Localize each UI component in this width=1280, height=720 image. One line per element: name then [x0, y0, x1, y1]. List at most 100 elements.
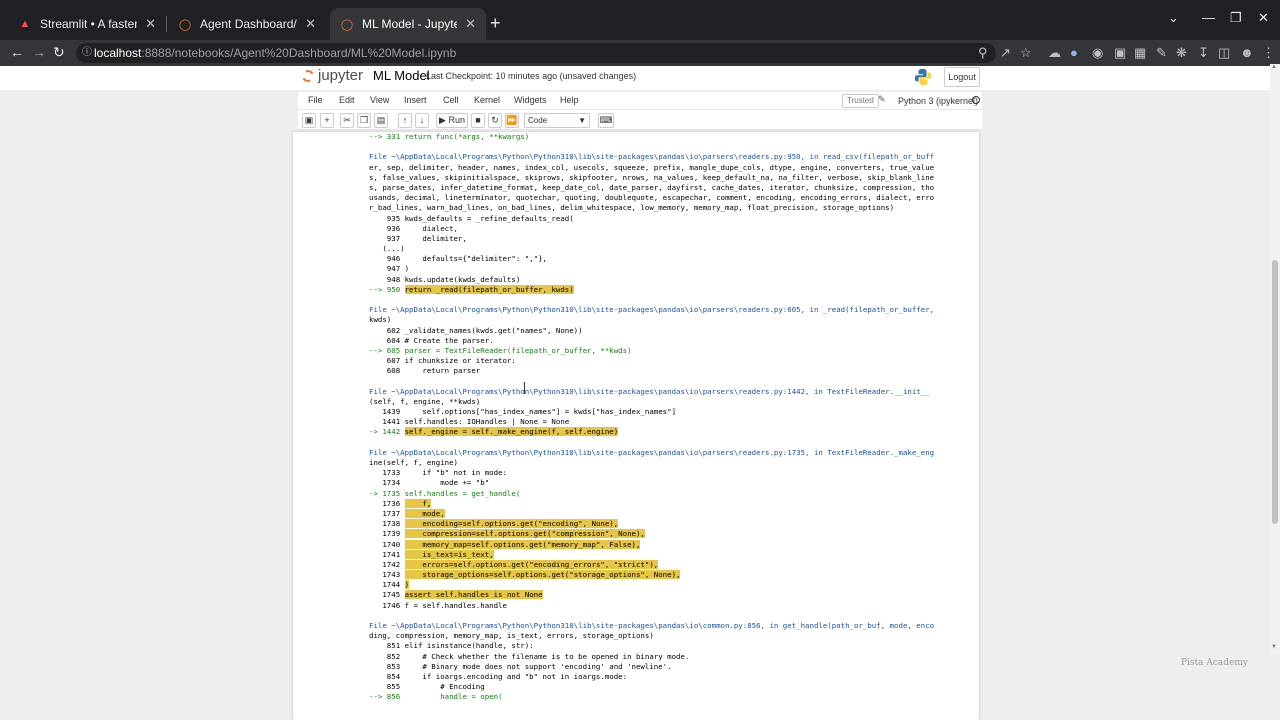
traceback-line: 602 _validate_names(kwds.get("names", No… [369, 325, 583, 335]
traceback-line: s, parse_dates, infer_datetime_format, k… [369, 182, 935, 192]
traceback-line: 947 ) [369, 264, 410, 274]
notebook-name[interactable]: ML Model [373, 68, 430, 83]
logout-button[interactable]: Logout [944, 67, 980, 87]
paste-icon[interactable]: ▤ [374, 113, 388, 128]
traceback-line: 1739 compression=self.options.get("compr… [369, 529, 645, 539]
menu-help[interactable]: Help [560, 95, 579, 105]
scroll-up-icon[interactable]: ▲ [1271, 64, 1277, 70]
new-tab-icon[interactable]: + [490, 14, 501, 32]
traceback-line: 1741 is_text=is_text, [369, 549, 494, 559]
notebook-output-area: --> 331 return func(*args, **kwargs) File… [293, 132, 979, 720]
menu-insert[interactable]: Insert [404, 95, 427, 105]
sidepanel-icon[interactable]: ◫ [1218, 45, 1230, 61]
reload-icon[interactable]: ↻ [53, 44, 65, 61]
tab-ml-model[interactable]: ◯ ML Model - Jupyter Notebook ✕ [330, 8, 486, 40]
traceback-line: 1736 f, [369, 498, 432, 508]
move-down-icon[interactable]: ↓ [415, 113, 429, 128]
traceback-line: ine(self, f, engine) [369, 458, 458, 467]
traceback-line [369, 142, 961, 152]
traceback-line: ding, compression, memory_map, is_text, … [369, 631, 654, 641]
traceback-line [369, 377, 961, 387]
menu-widgets[interactable]: Widgets [514, 95, 547, 105]
kernel-name[interactable]: Python 3 (ipykernel) [898, 96, 978, 106]
tab-label: Agent Dashboard/ [200, 17, 297, 31]
page-scrollbar[interactable]: ▲ ▼ [1270, 64, 1280, 654]
run-button[interactable]: ▶ Run [436, 113, 468, 128]
traceback-line: 1744 ) [369, 580, 410, 590]
close-icon[interactable]: ✕ [465, 16, 476, 32]
window-close-icon[interactable]: ✕ [1258, 10, 1269, 26]
copy-icon[interactable]: ❐ [357, 113, 371, 128]
menu-file[interactable]: File [308, 95, 323, 105]
tab-search-icon[interactable]: ⌄ [1168, 10, 1179, 26]
menu-cell[interactable]: Cell [443, 95, 459, 105]
run-label: Run [448, 115, 465, 125]
tab-agent-dashboard[interactable]: ◯ Agent Dashboard/ ✕ [168, 8, 326, 40]
menu-edit[interactable]: Edit [339, 95, 355, 105]
cell-type-select[interactable]: Code ▼ [524, 113, 590, 128]
menu-kebab-icon[interactable]: ⋮ [1262, 45, 1275, 61]
extension-icon[interactable]: ◉ [1092, 45, 1103, 61]
traceback-line: kwds) [369, 315, 392, 325]
traceback-line [369, 295, 961, 305]
browser-tabstrip: ▲ Streamlit • A faster way to build ✕ ◯ … [0, 0, 1280, 40]
extension-icon[interactable]: ☁ [1048, 45, 1061, 61]
close-icon[interactable]: ✕ [305, 16, 316, 32]
traceback-line: 937 delimiter, [369, 233, 467, 243]
close-icon[interactable]: ✕ [145, 16, 156, 32]
move-up-icon[interactable]: ↑ [398, 113, 412, 128]
extension-icon[interactable]: ▣ [1114, 45, 1126, 61]
chevron-down-icon: ▼ [578, 116, 586, 125]
traceback-line: 1441 self.handles: IOHandles | None = No… [369, 417, 570, 427]
forward-icon[interactable]: → [32, 44, 46, 60]
menu-kernel[interactable]: Kernel [474, 95, 500, 105]
url-path: :8888/notebooks/Agent%20Dashboard/ML%20M… [141, 46, 457, 60]
url-input[interactable]: ⓘ localhost:8888/notebooks/Agent%20Dashb… [76, 43, 996, 63]
traceback-line: 1439 self.options["has_index_names"] = k… [369, 407, 677, 417]
traceback-line: --> 331 return func(*args, **kwargs) [369, 132, 530, 141]
scroll-down-icon[interactable]: ▼ [1271, 644, 1277, 650]
trusted-badge[interactable]: Trusted [842, 94, 879, 108]
traceback-line: 1737 mode, [369, 508, 445, 518]
menu-view[interactable]: View [370, 95, 389, 105]
fast-forward-icon[interactable]: ⏩ [505, 113, 519, 128]
traceback-line: 1745 assert self.handles is not None [369, 590, 543, 600]
extension-icon[interactable]: ● [1070, 45, 1078, 60]
jupyter-logo[interactable]: jupyter [300, 67, 363, 84]
profile-avatar[interactable]: ☻ [1240, 45, 1254, 60]
back-icon[interactable]: ← [10, 44, 24, 60]
stop-icon[interactable]: ■ [471, 113, 485, 128]
jupyter-logo-icon [300, 67, 316, 84]
restore-icon[interactable]: ❐ [1230, 10, 1242, 26]
zoom-icon[interactable]: ⚲ [978, 45, 988, 61]
traceback-line: 853 # Binary mode does not support 'enco… [369, 661, 672, 671]
traceback-line: 946 defaults={"delimiter": ","}, [369, 254, 547, 264]
share-icon[interactable]: ↗ [1000, 45, 1011, 61]
traceback-line: 935 kwds_defaults = _refine_defaults_rea… [369, 213, 574, 223]
traceback-output: --> 331 return func(*args, **kwargs) File… [369, 132, 961, 703]
command-palette-icon[interactable]: ⌨ [598, 113, 614, 128]
traceback-line: 851 elif isinstance(handle, str): [369, 641, 534, 651]
traceback-line: (self, f, engine, **kwds) [369, 396, 481, 406]
cut-icon[interactable]: ✂ [340, 113, 354, 128]
traceback-line: 852 # Check whether the filename is to b… [369, 651, 690, 661]
traceback-line: --> 856 handle = open( [369, 692, 503, 702]
tab-streamlit[interactable]: ▲ Streamlit • A faster way to build ✕ [8, 8, 166, 40]
minimize-icon[interactable]: — [1202, 10, 1215, 25]
bookmark-star-icon[interactable]: ☆ [1020, 45, 1032, 61]
pen-icon[interactable]: ✎ [1156, 45, 1167, 61]
download-icon[interactable]: ↧ [1198, 45, 1209, 61]
scroll-thumb[interactable] [1272, 260, 1278, 524]
insert-cell-icon[interactable]: + [320, 113, 334, 128]
jupyter-icon: ◯ [340, 18, 354, 31]
puzzle-icon[interactable]: ❋ [1176, 45, 1187, 61]
info-icon[interactable]: ⓘ [82, 43, 92, 63]
save-icon[interactable]: ▣ [302, 113, 316, 128]
text-cursor [524, 382, 526, 394]
traceback-line: File ~\AppData\Local\Programs\Python\Pyt… [369, 152, 935, 162]
restart-icon[interactable]: ↻ [488, 113, 502, 128]
notebook-toolbar: ▣ + ✂ ❐ ▤ ↑ ↓ ▶ Run ■ ↻ ⏩ Code ▼ ⌨ [298, 110, 982, 130]
jupyter-page: jupyter ML Model Last Checkpoint: 10 min… [0, 66, 1280, 720]
extension-icon[interactable]: ▦ [1134, 45, 1146, 61]
edit-pencil-icon[interactable]: ✎ [878, 94, 886, 105]
